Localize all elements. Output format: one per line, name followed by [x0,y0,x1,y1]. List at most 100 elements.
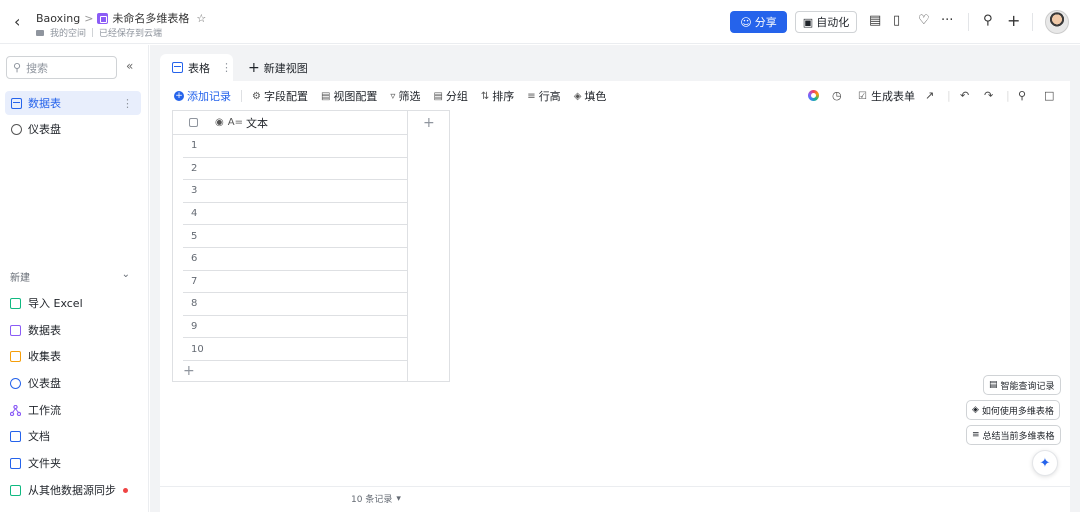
table-row[interactable]: 3 [183,180,407,203]
tab-table-view[interactable]: 表格 ⋮ [160,54,233,81]
location-label[interactable]: 我的空间 [50,26,86,39]
field-config-button[interactable]: ⚙ 字段配置 [252,88,308,104]
search-icon[interactable]: ⚲ [983,13,993,29]
form-icon [10,350,21,362]
row-number: 4 [191,208,198,220]
divider: | [947,89,951,102]
more-icon[interactable]: ··· [941,13,953,29]
new-document[interactable]: 文档 [10,426,50,446]
table-icon [10,324,21,336]
template-icon[interactable]: ▤ [869,13,881,29]
share-button[interactable]: ☺ 分享 [730,11,787,33]
add-row-icon[interactable]: + [183,363,195,379]
new-item-label: 文档 [28,430,50,443]
share-view-icon[interactable]: ↗ [925,88,934,104]
divider [1032,13,1033,31]
table-row[interactable]: 8 [183,293,407,316]
collapse-sidebar-icon[interactable]: « [126,59,133,73]
find-icon[interactable]: ⚲ [1018,88,1026,104]
more-icon[interactable]: ⋮ [122,97,133,110]
redo-icon[interactable]: ↷ [984,88,993,104]
bell-icon[interactable]: ♡ [918,13,930,29]
how-to-use-button[interactable]: ◈ 如何使用多维表格 [966,400,1060,420]
notification-dot [123,487,128,493]
robot-icon: ▣ [802,15,814,29]
new-section-header[interactable]: 新建 ⌄ [10,269,130,284]
smart-query-button[interactable]: ▤ 智能查询记录 [983,375,1061,395]
row-height-button[interactable]: ≡ 行高 [527,88,560,104]
breadcrumb: Baoxing > 未命名多维表格 ☆ [36,10,206,26]
new-view-label: 新建视图 [263,62,308,75]
tab-label: 表格 [188,61,210,75]
comment-icon[interactable]: □ [1044,88,1054,104]
dashboard-icon [10,377,21,389]
table-icon [172,62,183,73]
form-icon: ☑ [858,90,867,102]
group-button[interactable]: ▤ 分组 [433,88,467,104]
chevron-down-icon: ⌄ [121,269,130,280]
generate-form-label: 生成表单 [870,90,915,103]
new-table[interactable]: 数据表 [10,320,61,340]
folder-icon [36,29,44,36]
table-row[interactable]: 9 [183,316,407,339]
divider [241,90,242,102]
add-icon[interactable]: + [1007,13,1020,29]
sidebar: ⚲ 搜索 « 数据表 ⋮ 仪表盘 新建 ⌄ 导入 Excel 数据表 收集表 仪… [0,45,149,512]
new-folder[interactable]: 文件夹 [10,453,61,473]
search-input[interactable]: ⚲ 搜索 [6,56,117,79]
avatar[interactable] [1045,10,1069,34]
sidebar-item-table[interactable]: 数据表 ⋮ [5,91,141,115]
caret-down-icon: ▾ [396,493,401,504]
new-dashboard[interactable]: 仪表盘 [10,373,61,393]
new-section-label: 新建 [10,273,30,284]
table-row[interactable]: 7 [183,271,407,294]
sort-button[interactable]: ⇅ 排序 [481,88,514,104]
grid-header: ◉ A= 文本 [173,111,407,135]
row-number: 7 [191,275,198,287]
star-icon[interactable]: ☆ [196,12,206,25]
table-row[interactable]: 10 [183,338,407,361]
fill-color-button[interactable]: ◈ 填色 [574,88,607,104]
breadcrumb-root[interactable]: Baoxing [36,12,80,25]
sort-icon: ⇅ [480,90,490,102]
undo-icon[interactable]: ↶ [960,88,969,104]
new-form[interactable]: 收集表 [10,346,61,366]
more-icon[interactable]: ⋮ [221,61,232,74]
history-icon[interactable]: ◷ [832,88,842,104]
plugin-icon[interactable]: ▯ [893,13,900,29]
view-toolbar: + 添加记录 ⚙ 字段配置 ▤ 视图配置 ▿ 筛选 ▤ 分组 ⇅ 排序 ≡ 行高… [174,88,619,104]
new-sync-source[interactable]: 从其他数据源同步 [10,480,128,500]
select-all-checkbox[interactable] [189,118,198,127]
sidebar-item-label: 数据表 [28,97,61,110]
filter-button[interactable]: ▿ 筛选 [390,88,420,104]
base-icon [97,12,109,24]
automation-button[interactable]: ▣ 自动化 [795,11,857,33]
dashboard-icon [11,123,22,135]
view-config-button[interactable]: ▤ 视图配置 [321,88,377,104]
add-record-button[interactable]: + 添加记录 [174,88,231,104]
filter-icon: ▿ [390,90,396,102]
new-workflow[interactable]: 工作流 [9,400,61,420]
sidebar-item-dashboard[interactable]: 仪表盘 [5,117,141,141]
back-icon[interactable]: ‹ [14,12,20,31]
table-row[interactable]: 2 [183,158,407,181]
record-count[interactable]: 10 条记录 ▾ [351,492,401,506]
ai-sparkle-button[interactable]: ✦ [1032,450,1058,476]
table-row[interactable]: 1 [183,135,407,158]
breadcrumb-separator: > [84,11,94,25]
field-header-text[interactable]: 文本 [246,115,268,131]
table-row[interactable]: 4 [183,203,407,226]
add-field-icon[interactable]: + [423,115,435,131]
table-row[interactable]: 6 [183,248,407,271]
doc-title[interactable]: 未命名多维表格 [112,10,189,26]
new-view-button[interactable]: + 新建视图 [248,60,308,76]
summarize-button[interactable]: ≡ 总结当前多维表格 [966,425,1061,445]
table-row[interactable]: 5 [183,225,407,248]
share-label: 分享 [754,16,777,29]
search-icon: ⚲ [13,61,22,74]
generate-form-button[interactable]: ☑ 生成表单 [858,88,915,104]
view-config-icon: ▤ [320,90,331,102]
ai-assistant-icon[interactable] [808,90,819,101]
paint-bucket-icon: ◈ [573,90,582,102]
new-import-excel[interactable]: 导入 Excel [10,293,83,313]
